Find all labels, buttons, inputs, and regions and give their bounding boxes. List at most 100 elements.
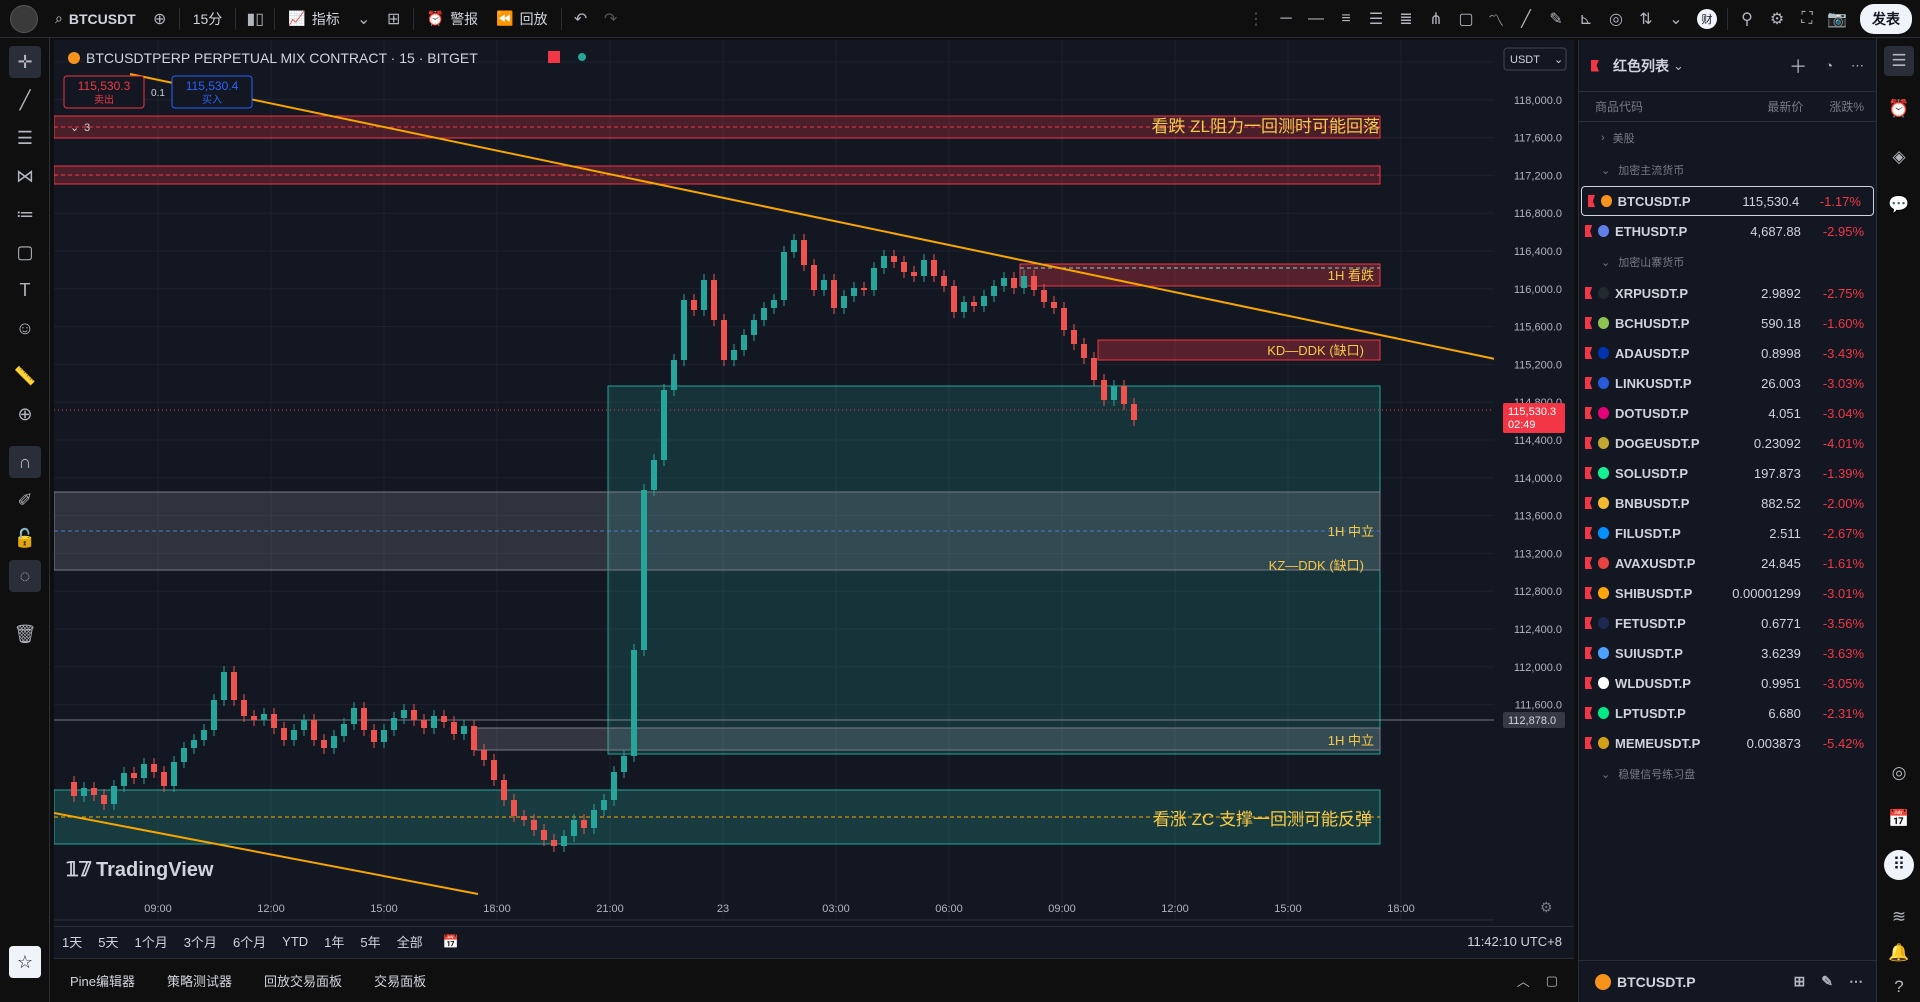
candle-type-icon[interactable]: ▮▯ xyxy=(240,4,270,34)
watchlist-row-lptusdt-p[interactable]: LPTUSDT.P 6.680 -2.31% xyxy=(1579,698,1876,728)
watchlist-row-dotusdt-p[interactable]: DOTUSDT.P 4.051 -3.04% xyxy=(1579,398,1876,428)
fib-extension-icon[interactable]: ≣ xyxy=(1391,4,1421,34)
red-flag-icon[interactable] xyxy=(1585,225,1593,237)
watchlist-row-bnbusdt-p[interactable]: BNBUSDT.P 882.52 -2.00% xyxy=(1579,488,1876,518)
chart-pane[interactable]: 看跌 ZL阻力一回测时可能回落 1H 看跌 KD—DDK (缺口) 1H 中立 … xyxy=(53,40,1574,958)
section-us-stocks[interactable]: › 美股 xyxy=(1579,122,1876,154)
ruler-tool-icon[interactable]: 📏 xyxy=(9,360,41,392)
hide-drawings-icon[interactable]: ◌ xyxy=(9,560,41,592)
watchlist-row-filusdt-p[interactable]: FILUSDT.P 2.511 -2.67% xyxy=(1579,518,1876,548)
chevron-down-icon[interactable]: ⌄ xyxy=(1673,58,1684,74)
drag-handle-icon[interactable]: ⋮ xyxy=(1241,4,1271,34)
magnet-icon[interactable]: ∩ xyxy=(9,446,41,478)
publish-button[interactable]: 发表 xyxy=(1860,3,1912,34)
trendline-tool-icon[interactable]: ╱ xyxy=(9,84,41,116)
range-1y[interactable]: 1年 xyxy=(316,932,352,951)
edit-icon[interactable]: ✎ xyxy=(1821,973,1833,990)
watchlist-row-solusdt-p[interactable]: SOLUSDT.P 197.873 -1.39% xyxy=(1579,458,1876,488)
chevron-down-icon[interactable]: ⌄ xyxy=(349,4,379,34)
star-icon[interactable]: ☆ xyxy=(9,946,41,978)
watchlist-row-dogeusdt-p[interactable]: DOGEUSDT.P 0.23092 -4.01% xyxy=(1579,428,1876,458)
more-icon[interactable]: ⋯ xyxy=(1851,58,1864,74)
trash-icon[interactable]: 🗑 xyxy=(9,618,41,650)
range-1m[interactable]: 1个月 xyxy=(126,932,175,951)
go-to-date-icon[interactable]: 📅 xyxy=(443,934,459,950)
redo-icon[interactable]: ↷ xyxy=(596,4,626,34)
range-6m[interactable]: 6个月 xyxy=(225,932,274,951)
hlines-tool-icon[interactable]: ☰ xyxy=(9,122,41,154)
zoom-in-icon[interactable]: ⊕ xyxy=(9,398,41,430)
help-icon[interactable]: ? xyxy=(1884,972,1914,1002)
add-symbol-icon[interactable]: ⊕ xyxy=(145,4,175,34)
range-ytd[interactable]: YTD xyxy=(274,934,316,949)
apps-grid-icon[interactable]: ⠿ xyxy=(1884,850,1914,880)
watchlist-row-wldusdt-p[interactable]: WLDUSDT.P 0.9951 -3.05% xyxy=(1579,668,1876,698)
signal-icon[interactable]: ≋ xyxy=(1884,902,1914,932)
hline-icon[interactable]: ─ xyxy=(1271,4,1301,34)
chevron-up-icon[interactable]: ︿ xyxy=(1517,971,1530,990)
alert-button[interactable]: ⏰ 警报 xyxy=(418,0,487,38)
tab-replay-trading[interactable]: 回放交易面板 xyxy=(248,971,358,990)
calendar-icon[interactable]: 📅 xyxy=(1884,804,1914,834)
long-position-icon[interactable]: ⇅ xyxy=(1631,4,1661,34)
red-flag-icon[interactable] xyxy=(1585,707,1593,719)
red-flag-icon[interactable] xyxy=(1585,587,1593,599)
ruler-icon[interactable]: ⊾ xyxy=(1571,4,1601,34)
add-symbol-icon[interactable]: ＋ xyxy=(1789,53,1807,79)
maximize-icon[interactable]: ▢ xyxy=(1546,973,1558,989)
red-flag-icon[interactable] xyxy=(1585,527,1593,539)
indicators-button[interactable]: 📈 指标 xyxy=(279,0,348,38)
lock-icon[interactable]: 🔓 xyxy=(9,522,41,554)
watchlist-row-btcusdt-p[interactable]: BTCUSDT.P 115,530.4 -1.17% xyxy=(1581,186,1874,216)
watchlist-row-linkusdt-p[interactable]: LINKUSDT.P 26.003 -3.03% xyxy=(1579,368,1876,398)
section-major[interactable]: ⌄ 加密主流货币 xyxy=(1579,154,1876,186)
range-3m[interactable]: 3个月 xyxy=(176,932,225,951)
axis-settings-icon[interactable]: ⚙ xyxy=(1540,899,1553,915)
col-change[interactable]: 涨跌% xyxy=(1803,98,1864,115)
watchlist-row-memeusdt-p[interactable]: MEMEUSDT.P 0.003873 -5.42% xyxy=(1579,728,1876,758)
red-flag-icon[interactable] xyxy=(1585,377,1593,389)
more-icon[interactable]: ⋯ xyxy=(1849,973,1863,990)
range-5d[interactable]: 5天 xyxy=(90,932,126,951)
section-alt[interactable]: ⌄ 加密山寨货币 xyxy=(1579,246,1876,278)
tab-trading-panel[interactable]: 交易面板 xyxy=(358,971,442,990)
parallel-channel-icon[interactable]: ≡ xyxy=(1331,4,1361,34)
layers-icon[interactable]: ◈ xyxy=(1884,142,1914,172)
watchlist-row-bchusdt-p[interactable]: BCHUSDT.P 590.18 -1.60% xyxy=(1579,308,1876,338)
fib-tool-icon[interactable]: ≔ xyxy=(9,198,41,230)
tab-pine-editor[interactable]: Pine编辑器 xyxy=(54,971,151,990)
watchlist-row-shibusdt-p[interactable]: SHIBUSDT.P 0.00001299 -3.01% xyxy=(1579,578,1876,608)
text-tool-icon[interactable]: T xyxy=(9,274,41,306)
replay-button[interactable]: ⏪ 回放 xyxy=(487,0,556,38)
interval-button[interactable]: 15分 xyxy=(184,0,232,38)
target-icon[interactable]: ◎ xyxy=(1884,758,1914,788)
layout-icon[interactable]: ⊞ xyxy=(1794,973,1806,990)
red-flag-icon[interactable] xyxy=(1585,677,1593,689)
red-flag-icon[interactable] xyxy=(1585,737,1593,749)
red-flag-icon[interactable] xyxy=(1585,557,1593,569)
path-icon[interactable]: 〽 xyxy=(1481,4,1511,34)
watchlist-title[interactable]: 红色列表 xyxy=(1613,56,1669,76)
range-5y[interactable]: 5年 xyxy=(352,932,388,951)
camera-icon[interactable]: 📷 xyxy=(1822,4,1852,34)
symbol-search-button[interactable]: ⌕ BTCUSDT xyxy=(46,0,145,38)
red-flag-icon[interactable] xyxy=(1585,647,1593,659)
watchlist-row-suiusdt-p[interactable]: SUIUSDT.P 3.6239 -3.63% xyxy=(1579,638,1876,668)
red-flag-icon[interactable] xyxy=(1585,617,1593,629)
settings-icon[interactable]: ⚙ xyxy=(1762,4,1792,34)
red-flag-icon[interactable] xyxy=(1585,467,1593,479)
rectangle-icon[interactable]: ▢ xyxy=(1451,4,1481,34)
red-flag-icon[interactable] xyxy=(1585,437,1593,449)
fullscreen-icon[interactable]: ⛶ xyxy=(1792,4,1822,34)
rectangle-tool-icon[interactable]: ▢ xyxy=(9,236,41,268)
watchlist-row-ethusdt-p[interactable]: ETHUSDT.P 4,687.88 -2.95% xyxy=(1579,216,1876,246)
col-symbol[interactable]: 商品代码 xyxy=(1595,98,1737,115)
fib-icon[interactable]: ☰ xyxy=(1361,4,1391,34)
layout-grid-icon[interactable]: ⊞ xyxy=(379,4,409,34)
chat-icon[interactable]: 💬 xyxy=(1884,190,1914,220)
section-stable[interactable]: ⌄ 稳健信号练习盘 xyxy=(1579,758,1876,790)
tab-strategy-tester[interactable]: 策略测试器 xyxy=(151,971,248,990)
red-flag-icon[interactable] xyxy=(1588,195,1596,207)
red-flag-icon[interactable] xyxy=(1585,407,1593,419)
neutral-zone-2[interactable] xyxy=(473,727,1381,751)
